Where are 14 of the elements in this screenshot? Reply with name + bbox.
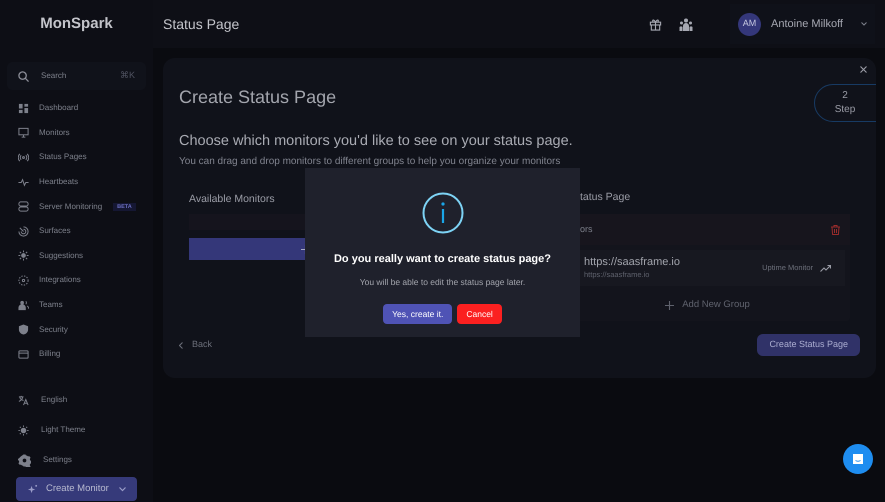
monitor-name: https://saasframe.io (584, 255, 681, 269)
wizard-heading: Choose which monitors you'd like to see on your status page. (179, 132, 573, 150)
shortcut-hint: ⌘K (120, 69, 135, 82)
user-name: Antoine Milkoff (771, 16, 843, 32)
user-avatar: AM (738, 12, 762, 36)
panel-title: tatus Page (579, 190, 632, 204)
step-badge: 2 Step (814, 84, 876, 122)
dialog-title: Do you really want to create status page? (334, 252, 551, 267)
panel-title: Available Monitors (189, 192, 276, 206)
group-name: ors (580, 222, 594, 236)
dialog-message: You will be able to edit the status page later. (360, 276, 526, 288)
page-title: Status Page (163, 14, 240, 34)
wizard-description: You can drag and drop monitors to different groups to help you organize your monitors (179, 155, 560, 168)
wizard-title: Create Status Page (179, 86, 336, 108)
